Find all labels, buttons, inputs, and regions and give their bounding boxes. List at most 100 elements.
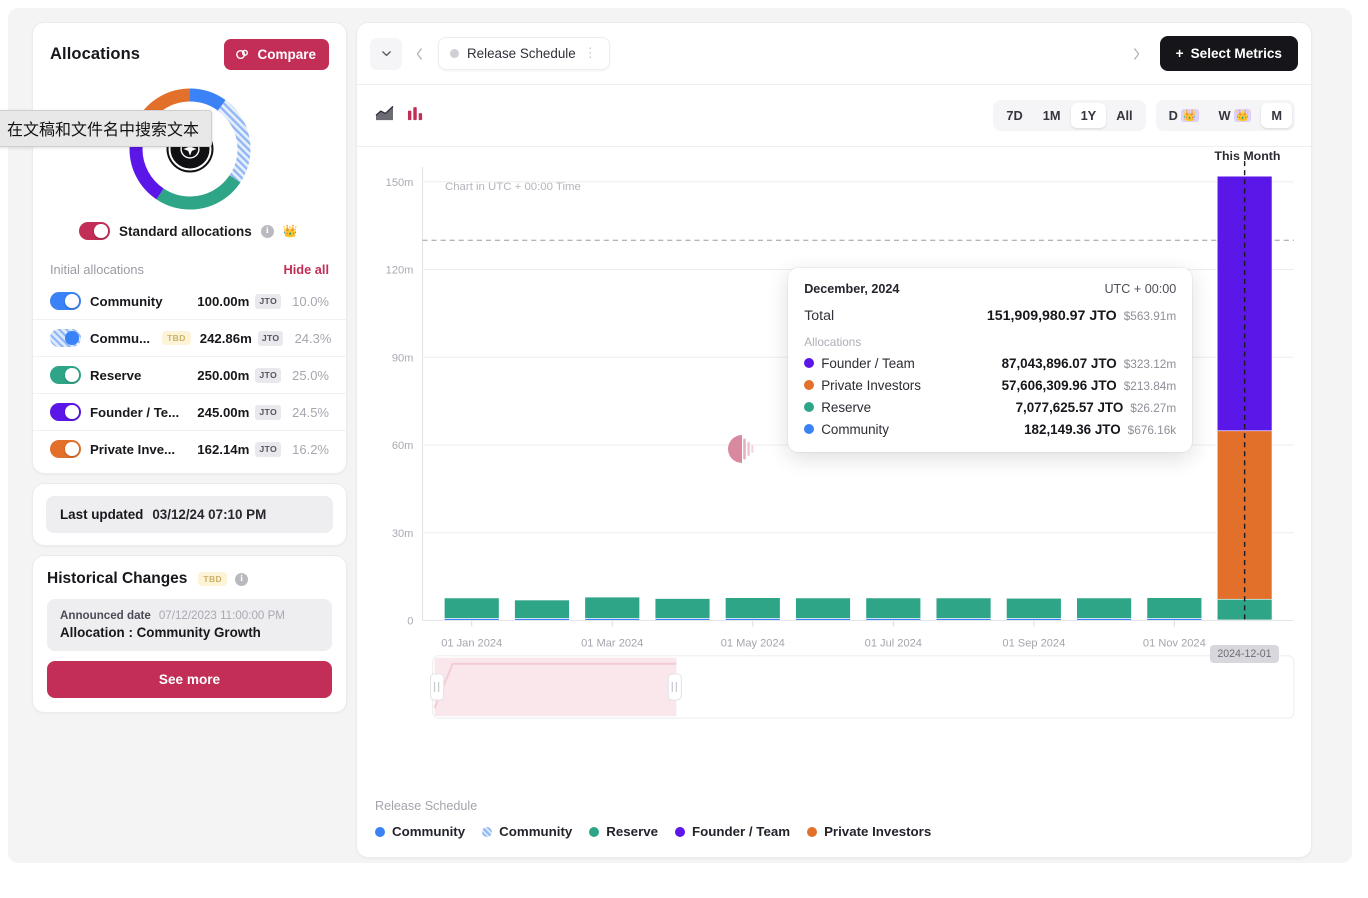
legend-color-dot-icon xyxy=(482,827,492,837)
svg-text:120m: 120m xyxy=(386,265,414,277)
tooltip-allocation-usd: $676.16k xyxy=(1128,423,1177,437)
allocation-toggle[interactable] xyxy=(50,440,81,458)
tooltip-allocation-name: Reserve xyxy=(821,400,871,415)
allocation-row[interactable]: Community100.00mJTO10.0% xyxy=(33,283,346,319)
range-button-d[interactable]: D👑 xyxy=(1159,103,1209,128)
standard-allocations-toggle[interactable] xyxy=(79,222,110,240)
range-label: D xyxy=(1169,108,1178,123)
range-button-1m[interactable]: 1M xyxy=(1033,103,1071,128)
allocation-name: Community xyxy=(90,294,163,309)
svg-text:150m: 150m xyxy=(386,177,414,189)
allocation-toggle[interactable] xyxy=(50,366,81,384)
allocation-percent: 16.2% xyxy=(287,442,329,457)
allocation-toggle[interactable] xyxy=(50,292,81,310)
svg-text:01 Jul 2024: 01 Jul 2024 xyxy=(865,638,922,650)
tooltip-allocations-label: Allocations xyxy=(804,335,1176,349)
legend-item[interactable]: Founder / Team xyxy=(675,824,790,839)
range-label: 1Y xyxy=(1081,108,1097,123)
see-more-button[interactable]: See more xyxy=(47,661,332,698)
allocation-list: Community100.00mJTO10.0%Commu...TBD242.8… xyxy=(33,283,346,467)
compare-button[interactable]: Compare xyxy=(224,39,329,70)
tab-kebab-icon[interactable]: ⋮ xyxy=(584,48,598,58)
tooltip-allocation-amount: 87,043,896.07 JTO xyxy=(1002,356,1117,371)
last-updated-row: Last updated 03/12/24 07:10 PM xyxy=(46,496,333,533)
legend-color-dot-icon xyxy=(675,827,685,837)
time-range-group: 7D 1M 1Y All xyxy=(993,100,1145,131)
tooltip-color-dot-icon xyxy=(804,358,814,368)
plus-icon: + xyxy=(1176,46,1184,61)
range-button-m[interactable]: M xyxy=(1261,103,1292,128)
legend-label: Reserve xyxy=(606,824,658,839)
compare-label: Compare xyxy=(257,47,316,62)
allocation-amount: 162.14m xyxy=(197,442,249,457)
standard-allocations-label: Standard allocations xyxy=(119,224,252,239)
allocation-name: Commu... xyxy=(90,331,150,346)
tooltip-allocation-row: Founder / Team87,043,896.07 JTO$323.12m xyxy=(804,356,1176,371)
range-button-7d[interactable]: 7D xyxy=(996,103,1032,128)
tabs-prev-arrow-icon[interactable] xyxy=(406,39,432,69)
select-metrics-button[interactable]: + Select Metrics xyxy=(1160,36,1298,71)
svg-text:0: 0 xyxy=(407,616,413,628)
historical-allocation-text: Allocation : Community Growth xyxy=(60,625,319,640)
legend-title: Release Schedule xyxy=(375,799,1311,813)
range-label: 7D xyxy=(1006,108,1022,123)
allocation-amount: 245.00m xyxy=(197,405,249,420)
svg-text:60m: 60m xyxy=(392,440,414,452)
allocation-amount: 250.00m xyxy=(197,368,249,383)
select-metrics-label: Select Metrics xyxy=(1191,46,1282,61)
range-button-1y[interactable]: 1Y xyxy=(1071,103,1107,128)
chart-tooltip: December, 2024 UTC + 00:00 Total 151,909… xyxy=(788,268,1192,452)
bar-chart-icon[interactable] xyxy=(407,105,424,127)
allocation-row[interactable]: Reserve250.00mJTO25.0% xyxy=(33,356,346,393)
announced-date-label: Announced date xyxy=(60,609,151,622)
tab-release-schedule[interactable]: Release Schedule ⋮ xyxy=(438,37,610,70)
hide-all-button[interactable]: Hide all xyxy=(283,262,329,277)
page-title: Allocations xyxy=(50,45,140,64)
collapse-chevron-down-icon[interactable] xyxy=(370,38,402,70)
legend-item[interactable]: Private Investors xyxy=(807,824,931,839)
allocation-row[interactable]: Founder / Te...245.00mJTO24.5% xyxy=(33,393,346,430)
legend-label: Private Investors xyxy=(824,824,931,839)
this-month-label: This Month xyxy=(1214,149,1280,163)
allocation-toggle[interactable] xyxy=(50,329,81,347)
area-chart-icon[interactable] xyxy=(375,105,394,127)
historical-change-item[interactable]: Announced date 07/12/2023 11:00:00 PM Al… xyxy=(47,599,332,651)
top-toolbar: Release Schedule ⋮ + Select Metrics xyxy=(357,23,1311,85)
historical-tbd-badge: TBD xyxy=(198,572,227,586)
svg-text:01 Nov 2024: 01 Nov 2024 xyxy=(1143,638,1206,650)
legend-item[interactable]: Community xyxy=(375,824,465,839)
legend-item[interactable]: Reserve xyxy=(589,824,658,839)
tooltip-allocation-name: Community xyxy=(821,422,889,437)
legend-item[interactable]: Community xyxy=(482,824,572,839)
historical-info-icon[interactable]: i xyxy=(235,573,248,586)
chart-type-switcher xyxy=(375,105,424,127)
allocation-unit-badge: JTO xyxy=(258,331,284,346)
tooltip-color-dot-icon xyxy=(804,424,814,434)
main-panel: Release Schedule ⋮ + Select Metrics xyxy=(356,22,1312,858)
tabs-next-arrow-icon[interactable] xyxy=(1124,39,1150,69)
allocation-row[interactable]: Private Inve...162.14mJTO16.2% xyxy=(33,430,346,467)
last-updated-value: 03/12/24 07:10 PM xyxy=(152,507,266,522)
allocation-toggle[interactable] xyxy=(50,403,81,421)
tooltip-allocation-name: Founder / Team xyxy=(821,356,915,371)
tooltip-allocation-amount: 57,606,309.96 JTO xyxy=(1002,378,1117,393)
range-button-w[interactable]: W👑 xyxy=(1209,103,1262,128)
allocation-name: Founder / Te... xyxy=(90,405,179,420)
allocation-name: Reserve xyxy=(90,368,141,383)
initial-allocations-label: Initial allocations xyxy=(50,262,144,277)
tooltip-allocation-usd: $26.27m xyxy=(1130,401,1176,415)
legend-color-dot-icon xyxy=(375,827,385,837)
range-button-all[interactable]: All xyxy=(1106,103,1142,128)
cursor-date-label: 2024-12-01 xyxy=(1210,645,1278,663)
standard-allocations-row[interactable]: Standard allocations i 👑 xyxy=(33,220,346,254)
svg-text:01 May 2024: 01 May 2024 xyxy=(721,638,785,650)
range-label: All xyxy=(1116,108,1132,123)
tooltip-color-dot-icon xyxy=(804,402,814,412)
allocation-row[interactable]: Commu...TBD242.86mJTO24.3% xyxy=(33,319,346,356)
compare-icon xyxy=(235,47,250,62)
initial-allocations-header: Initial allocations Hide all xyxy=(33,254,346,283)
release-schedule-chart[interactable]: 030m60m90m120m150m01 Jan 202401 Mar 2024… xyxy=(357,147,1311,780)
legend-label: Founder / Team xyxy=(692,824,790,839)
info-icon[interactable]: i xyxy=(261,225,274,238)
allocations-header: Allocations Compare xyxy=(33,23,346,80)
